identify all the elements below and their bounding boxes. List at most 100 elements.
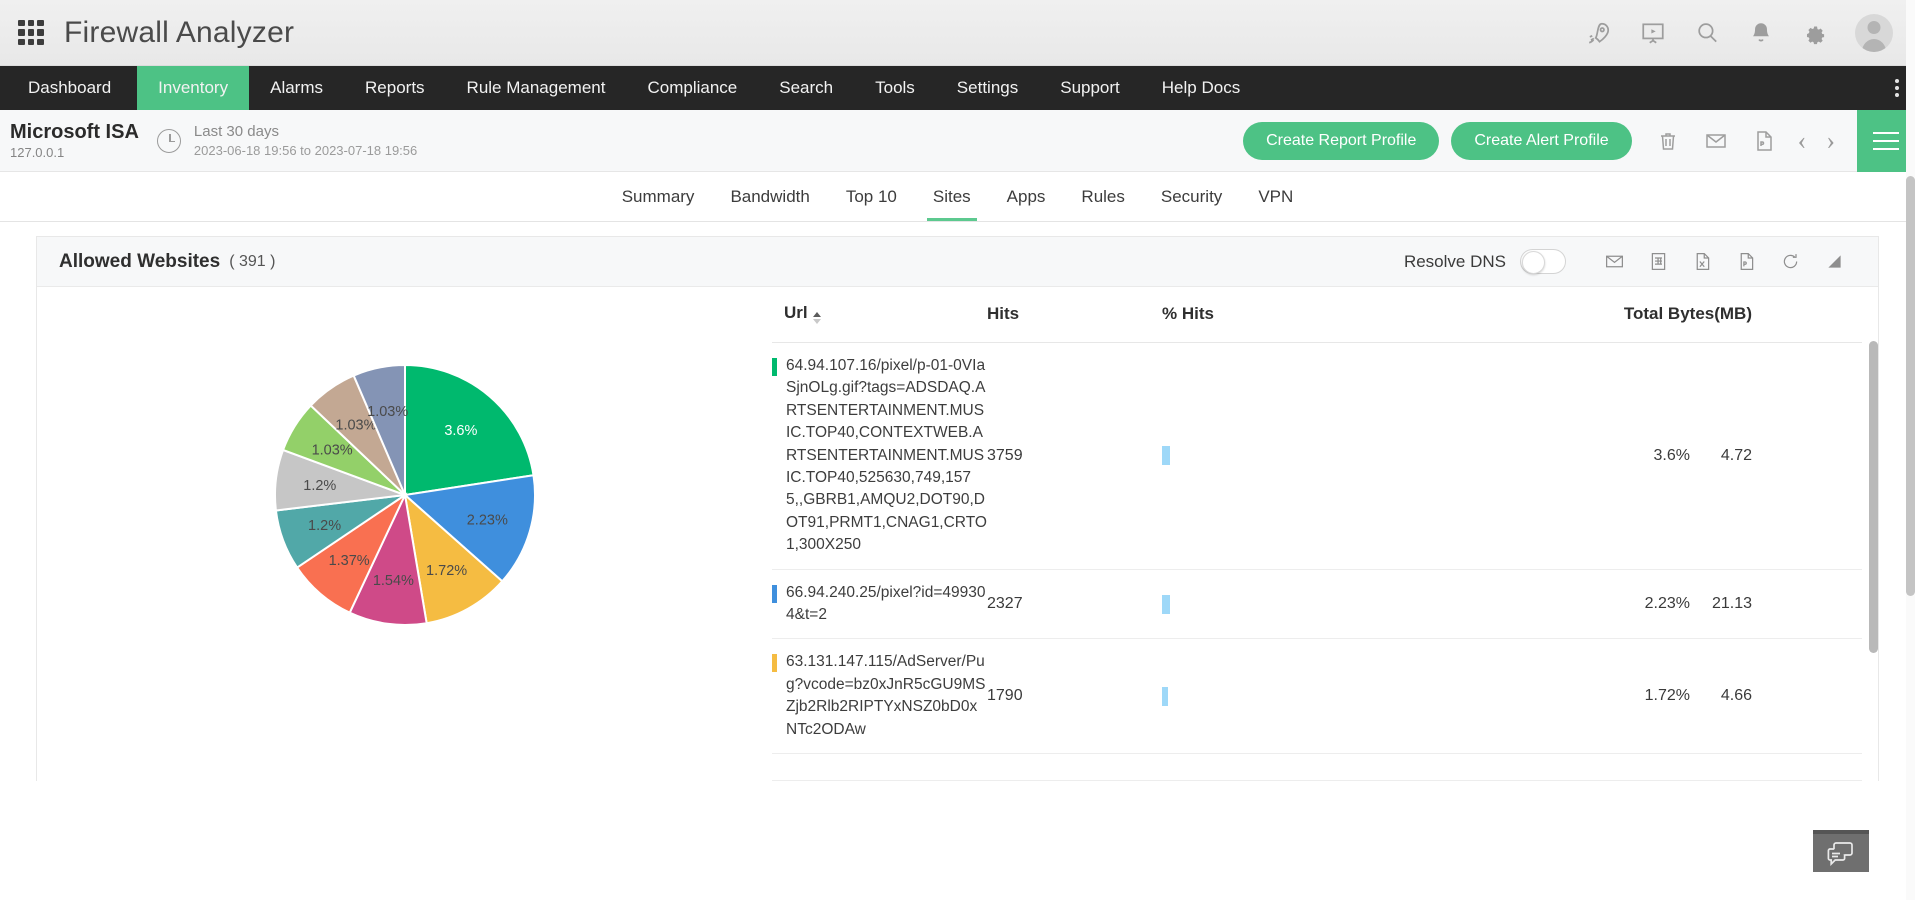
table-scrollbar-thumb[interactable]	[1869, 341, 1878, 653]
page-scrollbar-thumb[interactable]	[1906, 176, 1915, 596]
url-text: 64.94.107.16/pixel/p-01-0VIaSjnOLg.gif?t…	[786, 355, 987, 557]
total-bytes-value: 21.13	[1690, 595, 1752, 613]
column-header-total-bytes[interactable]: Total Bytes(MB)	[1542, 287, 1862, 343]
next-chevron-icon[interactable]: ›	[1826, 128, 1835, 154]
nav-item-reports[interactable]: Reports	[344, 66, 446, 110]
table-row[interactable]: 66.94.240.25/pixel?id=499304&t=22327 2.23…	[772, 569, 1862, 639]
allowed-websites-pie-chart[interactable]: 3.6%2.23%1.72%1.54%1.37%1.2%1.2%1.03%1.0…	[255, 345, 555, 645]
expand-icon[interactable]	[1822, 250, 1846, 274]
cell-total-bytes: 3.6%4.72	[1542, 343, 1862, 570]
nav-item-help-docs[interactable]: Help Docs	[1141, 66, 1261, 110]
excel-export-icon[interactable]	[1690, 250, 1714, 274]
gear-icon[interactable]	[1801, 19, 1829, 47]
tab-summary[interactable]: Summary	[604, 172, 713, 221]
tab-security[interactable]: Security	[1143, 172, 1240, 221]
prev-chevron-icon[interactable]: ‹	[1798, 128, 1807, 154]
pct-hits-bar	[1162, 687, 1168, 706]
mail-icon[interactable]	[1602, 250, 1626, 274]
table-scrollbar[interactable]	[1869, 341, 1878, 781]
resolve-dns-toggle[interactable]	[1520, 249, 1566, 274]
cell-hits: 2327	[987, 569, 1162, 639]
pie-slice-label: 1.03%	[367, 404, 408, 420]
pct-hits-bar	[1162, 446, 1170, 465]
tab-rules[interactable]: Rules	[1063, 172, 1142, 221]
sort-arrows-icon[interactable]	[813, 312, 821, 324]
top-bar-actions	[1585, 14, 1893, 52]
clock-icon	[157, 129, 181, 153]
mail-icon[interactable]	[1703, 128, 1729, 154]
column-header-url[interactable]: Url	[772, 287, 987, 343]
table-header-row: Url Hits % Hits Total Bytes(MB)	[772, 287, 1862, 343]
total-bytes-value: 4.72	[1690, 447, 1752, 465]
table-row[interactable]: 64.94.107.16/pixel/p-01-0VIaSjnOLg.gif?t…	[772, 343, 1862, 570]
cell-url[interactable]: 64.94.107.16/pixel/p-01-0VIaSjnOLg.gif?t…	[772, 343, 987, 570]
apps-grid-icon[interactable]	[18, 20, 44, 46]
pie-slice-label: 1.03%	[311, 443, 352, 459]
pdf-export-icon[interactable]	[1734, 250, 1758, 274]
pie-chart-container: 3.6%2.23%1.72%1.54%1.37%1.2%1.2%1.03%1.0…	[37, 287, 772, 781]
cell-pct-hits-bar	[1162, 569, 1542, 639]
nav-item-dashboard[interactable]: Dashboard	[0, 66, 137, 110]
column-header-pct-hits[interactable]: % Hits	[1162, 287, 1542, 343]
presentation-icon[interactable]	[1639, 19, 1667, 47]
create-alert-profile-button[interactable]: Create Alert Profile	[1451, 122, 1631, 160]
table-row[interactable]	[772, 754, 1862, 781]
pct-hits-value: 2.23%	[1614, 595, 1690, 613]
create-report-profile-button[interactable]: Create Report Profile	[1243, 122, 1439, 160]
url-text: 63.131.147.115/AdServer/Pug?vcode=bz0xJn…	[786, 651, 987, 741]
pdf-icon[interactable]	[1751, 128, 1777, 154]
tab-bandwidth[interactable]: Bandwidth	[712, 172, 827, 221]
cell-pct-hits-bar	[1162, 343, 1542, 570]
date-range-label: Last 30 days	[194, 123, 417, 141]
tab-sites[interactable]: Sites	[915, 172, 989, 221]
nav-item-search[interactable]: Search	[758, 66, 854, 110]
nav-item-settings[interactable]: Settings	[936, 66, 1039, 110]
csv-export-icon[interactable]	[1646, 250, 1670, 274]
nav-item-support[interactable]: Support	[1039, 66, 1141, 110]
rocket-icon[interactable]	[1585, 19, 1613, 47]
nav-item-inventory[interactable]: Inventory	[137, 66, 249, 110]
nav-item-compliance[interactable]: Compliance	[626, 66, 758, 110]
cell-url[interactable]: 66.94.240.25/pixel?id=499304&t=2	[772, 569, 987, 639]
column-header-url-label: Url	[784, 303, 808, 322]
refresh-icon[interactable]	[1778, 250, 1802, 274]
pie-slice-label: 2.23%	[466, 512, 507, 528]
cell-total-bytes: 2.23%21.13	[1542, 569, 1862, 639]
allowed-websites-table-container: Url Hits % Hits Total Bytes(MB) 64.94.10…	[772, 287, 1878, 781]
top-bar: Firewall Analyzer	[0, 0, 1915, 66]
total-bytes-value: 4.66	[1690, 687, 1752, 705]
pie-slice-label: 1.03%	[335, 418, 376, 434]
table-row[interactable]: 63.131.147.115/AdServer/Pug?vcode=bz0xJn…	[772, 639, 1862, 754]
cell-url[interactable]	[772, 754, 987, 781]
chat-support-widget[interactable]	[1813, 830, 1869, 872]
tab-vpn[interactable]: VPN	[1240, 172, 1311, 221]
allowed-websites-panel: Allowed Websites ( 391 ) Resolve DNS	[36, 236, 1879, 781]
cell-total-bytes: 1.72%4.66	[1542, 639, 1862, 754]
search-icon[interactable]	[1693, 19, 1721, 47]
url-text: 66.94.240.25/pixel?id=499304&t=2	[786, 582, 987, 627]
tab-apps[interactable]: Apps	[989, 172, 1064, 221]
date-range[interactable]: Last 30 days 2023-06-18 19:56 to 2023-07…	[194, 123, 417, 159]
page-title: Allowed Websites	[59, 251, 220, 273]
page-scrollbar[interactable]	[1906, 0, 1915, 900]
row-color-swatch	[772, 585, 777, 603]
table-header: Url Hits % Hits Total Bytes(MB)	[772, 287, 1862, 343]
avatar[interactable]	[1855, 14, 1893, 52]
nav-item-alarms[interactable]: Alarms	[249, 66, 344, 110]
cell-url[interactable]: 63.131.147.115/AdServer/Pug?vcode=bz0xJn…	[772, 639, 987, 754]
panel-header: Allowed Websites ( 391 ) Resolve DNS	[37, 237, 1878, 287]
column-header-hits[interactable]: Hits	[987, 287, 1162, 343]
trash-icon[interactable]	[1655, 128, 1681, 154]
cell-hits: 1790	[987, 639, 1162, 754]
device-bar-actions: Create Report Profile Create Alert Profi…	[1243, 110, 1915, 171]
tab-top-10[interactable]: Top 10	[828, 172, 915, 221]
panel-body: 3.6%2.23%1.72%1.54%1.37%1.2%1.2%1.03%1.0…	[37, 287, 1878, 781]
nav-item-rule-management[interactable]: Rule Management	[446, 66, 627, 110]
row-color-swatch	[772, 358, 777, 376]
nav-item-tools[interactable]: Tools	[854, 66, 936, 110]
bell-icon[interactable]	[1747, 19, 1775, 47]
table-body: 64.94.107.16/pixel/p-01-0VIaSjnOLg.gif?t…	[772, 343, 1862, 781]
pie-slice-label: 1.2%	[303, 478, 336, 494]
pie-slice-label: 1.72%	[426, 563, 467, 579]
sub-tabs: Summary Bandwidth Top 10 Sites Apps Rule…	[0, 172, 1915, 222]
